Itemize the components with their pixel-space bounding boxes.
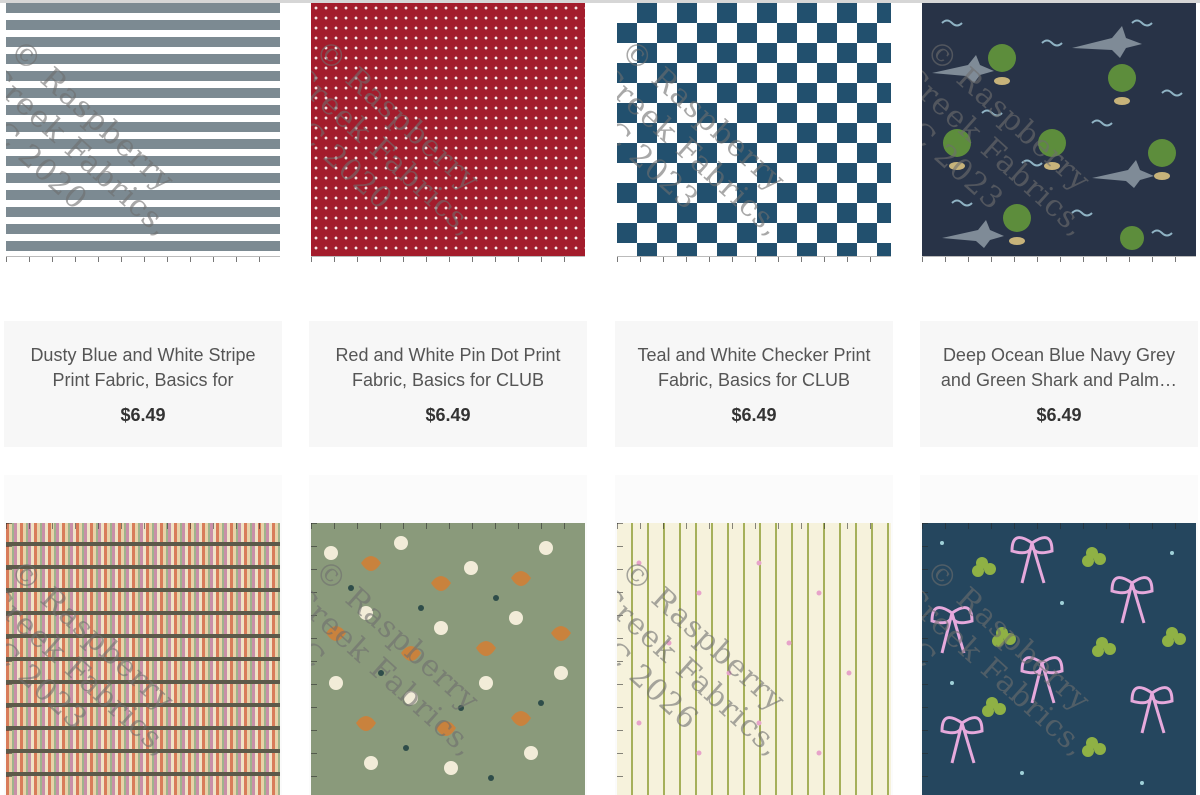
- product-title[interactable]: Red and White Pin Dot Print Fabric, Basi…: [323, 343, 573, 393]
- ruler: [6, 256, 280, 265]
- ruler: [311, 523, 585, 529]
- shark-palm-fabric-swatch[interactable]: © Raspberry Creek Fabrics, LLC 2023: [922, 3, 1196, 265]
- ruler: [311, 256, 585, 265]
- product-title[interactable]: Deep Ocean Blue Navy Grey and Green Shar…: [934, 343, 1184, 393]
- product-card[interactable]: © Raspberry Creek Fabrics, LLC 2023 Deep…: [920, 3, 1198, 447]
- bow-clover-fabric-swatch[interactable]: © Raspberry Creek Fabrics, LLC: [922, 523, 1196, 795]
- ruler: [922, 256, 1196, 265]
- ruler: [617, 523, 891, 529]
- product-title[interactable]: Teal and White Checker Print Fabric, Bas…: [629, 343, 879, 393]
- ruler: [6, 523, 12, 795]
- ruler: [922, 523, 928, 795]
- product-info: Dusty Blue and White Stripe Print Fabric…: [4, 321, 282, 447]
- product-price: $6.49: [731, 405, 777, 425]
- product-price: $6.49: [1036, 405, 1082, 425]
- checker-fabric-swatch[interactable]: © Raspberry Creek Fabrics, LLC 2023: [617, 3, 891, 265]
- product-info: Red and White Pin Dot Print Fabric, Basi…: [309, 321, 587, 447]
- product-info: Teal and White Checker Print Fabric, Bas…: [615, 321, 893, 447]
- bookshelf-fabric-swatch[interactable]: © Raspberry Creek Fabrics, LLC 2023: [6, 523, 280, 795]
- copyright-watermark: © Raspberry Creek Fabrics, LLC 2020: [6, 33, 182, 244]
- product-price: $6.49: [120, 405, 166, 425]
- floral-fabric-swatch[interactable]: © Raspberry Creek Fabrics, LLC: [311, 523, 585, 795]
- product-card[interactable]: © Raspberry Creek Fabrics, LLC 2020 Dust…: [4, 3, 282, 447]
- stripe-fabric-swatch[interactable]: © Raspberry Creek Fabrics, LLC 2020: [6, 3, 280, 265]
- product-card[interactable]: © Raspberry Creek Fabrics, LLC: [309, 475, 587, 795]
- ruler: [617, 523, 623, 795]
- product-card[interactable]: © Raspberry Creek Fabrics, LLC: [920, 475, 1198, 795]
- copyright-watermark: © Raspberry Creek Fabrics, LLC 2023: [617, 33, 793, 244]
- copyright-watermark: © Raspberry Creek Fabrics, LLC 2023: [6, 553, 182, 764]
- product-price: $6.49: [425, 405, 471, 425]
- bow-clover-pattern: [930, 536, 1186, 785]
- product-card[interactable]: © Raspberry Creek Fabrics, LLC 2023: [4, 475, 282, 795]
- product-card[interactable]: © Raspberry Creek Fabrics, LLC 2020 Red …: [309, 3, 587, 447]
- copyright-watermark: © Raspberry Creek Fabrics, LLC 2020: [311, 33, 487, 244]
- floral-pattern: [324, 536, 571, 781]
- ruler: [6, 523, 280, 529]
- product-info: Deep Ocean Blue Navy Grey and Green Shar…: [920, 321, 1198, 447]
- pinstripe-fabric-swatch[interactable]: © Raspberry Creek Fabrics, LLC 2026: [617, 523, 891, 795]
- ruler: [922, 523, 1196, 529]
- bow-dot-pattern: [636, 560, 852, 756]
- product-card[interactable]: © Raspberry Creek Fabrics, LLC 2023 Teal…: [615, 3, 893, 447]
- pin-dot-fabric-swatch[interactable]: © Raspberry Creek Fabrics, LLC 2020: [311, 3, 585, 265]
- product-title[interactable]: Dusty Blue and White Stripe Print Fabric…: [18, 343, 268, 393]
- product-card[interactable]: © Raspberry Creek Fabrics, LLC 2026: [615, 475, 893, 795]
- ruler: [617, 256, 891, 265]
- shark-palm-pattern: [932, 19, 1183, 250]
- ruler: [311, 523, 317, 795]
